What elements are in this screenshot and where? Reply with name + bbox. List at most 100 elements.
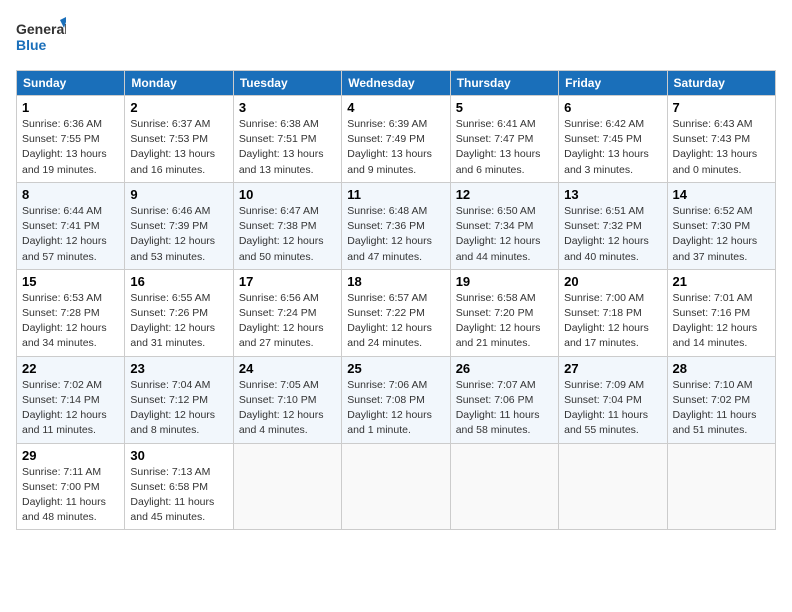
calendar-day-cell: 26 Sunrise: 7:07 AMSunset: 7:06 PMDaylig…: [450, 356, 558, 443]
svg-text:General: General: [16, 21, 66, 37]
calendar-week-row: 1 Sunrise: 6:36 AMSunset: 7:55 PMDayligh…: [17, 96, 776, 183]
calendar-day-cell: 17 Sunrise: 6:56 AMSunset: 7:24 PMDaylig…: [233, 269, 341, 356]
day-info: Sunrise: 6:51 AMSunset: 7:32 PMDaylight:…: [564, 205, 649, 263]
day-info: Sunrise: 7:06 AMSunset: 7:08 PMDaylight:…: [347, 379, 432, 437]
day-info: Sunrise: 6:53 AMSunset: 7:28 PMDaylight:…: [22, 292, 107, 350]
calendar-day-cell: 28 Sunrise: 7:10 AMSunset: 7:02 PMDaylig…: [667, 356, 775, 443]
day-info: Sunrise: 7:01 AMSunset: 7:16 PMDaylight:…: [673, 292, 758, 350]
day-info: Sunrise: 6:46 AMSunset: 7:39 PMDaylight:…: [130, 205, 215, 263]
day-info: Sunrise: 7:00 AMSunset: 7:18 PMDaylight:…: [564, 292, 649, 350]
day-info: Sunrise: 6:48 AMSunset: 7:36 PMDaylight:…: [347, 205, 432, 263]
calendar-day-cell: 3 Sunrise: 6:38 AMSunset: 7:51 PMDayligh…: [233, 96, 341, 183]
day-number: 28: [673, 361, 770, 376]
column-header-sunday: Sunday: [17, 71, 125, 96]
calendar-table: SundayMondayTuesdayWednesdayThursdayFrid…: [16, 70, 776, 530]
day-number: 9: [130, 187, 227, 202]
day-number: 17: [239, 274, 336, 289]
day-info: Sunrise: 6:41 AMSunset: 7:47 PMDaylight:…: [456, 118, 541, 176]
calendar-day-cell: 10 Sunrise: 6:47 AMSunset: 7:38 PMDaylig…: [233, 182, 341, 269]
day-number: 4: [347, 100, 444, 115]
day-info: Sunrise: 6:56 AMSunset: 7:24 PMDaylight:…: [239, 292, 324, 350]
calendar-day-cell: [667, 443, 775, 530]
day-number: 11: [347, 187, 444, 202]
day-number: 22: [22, 361, 119, 376]
calendar-day-cell: 16 Sunrise: 6:55 AMSunset: 7:26 PMDaylig…: [125, 269, 233, 356]
day-info: Sunrise: 6:44 AMSunset: 7:41 PMDaylight:…: [22, 205, 107, 263]
calendar-week-row: 8 Sunrise: 6:44 AMSunset: 7:41 PMDayligh…: [17, 182, 776, 269]
column-header-saturday: Saturday: [667, 71, 775, 96]
day-number: 7: [673, 100, 770, 115]
day-number: 1: [22, 100, 119, 115]
day-info: Sunrise: 7:02 AMSunset: 7:14 PMDaylight:…: [22, 379, 107, 437]
calendar-day-cell: 27 Sunrise: 7:09 AMSunset: 7:04 PMDaylig…: [559, 356, 667, 443]
day-number: 12: [456, 187, 553, 202]
calendar-day-cell: 11 Sunrise: 6:48 AMSunset: 7:36 PMDaylig…: [342, 182, 450, 269]
day-number: 21: [673, 274, 770, 289]
calendar-day-cell: 7 Sunrise: 6:43 AMSunset: 7:43 PMDayligh…: [667, 96, 775, 183]
calendar-header-row: SundayMondayTuesdayWednesdayThursdayFrid…: [17, 71, 776, 96]
day-number: 27: [564, 361, 661, 376]
day-number: 25: [347, 361, 444, 376]
day-info: Sunrise: 7:04 AMSunset: 7:12 PMDaylight:…: [130, 379, 215, 437]
calendar-day-cell: 14 Sunrise: 6:52 AMSunset: 7:30 PMDaylig…: [667, 182, 775, 269]
day-info: Sunrise: 6:55 AMSunset: 7:26 PMDaylight:…: [130, 292, 215, 350]
column-header-tuesday: Tuesday: [233, 71, 341, 96]
day-number: 3: [239, 100, 336, 115]
day-info: Sunrise: 6:47 AMSunset: 7:38 PMDaylight:…: [239, 205, 324, 263]
day-number: 5: [456, 100, 553, 115]
day-info: Sunrise: 7:10 AMSunset: 7:02 PMDaylight:…: [673, 379, 757, 437]
day-info: Sunrise: 6:37 AMSunset: 7:53 PMDaylight:…: [130, 118, 215, 176]
page-header: General Blue: [16, 16, 776, 60]
logo-svg: General Blue: [16, 16, 66, 60]
calendar-day-cell: [559, 443, 667, 530]
day-number: 30: [130, 448, 227, 463]
calendar-day-cell: 2 Sunrise: 6:37 AMSunset: 7:53 PMDayligh…: [125, 96, 233, 183]
day-info: Sunrise: 7:09 AMSunset: 7:04 PMDaylight:…: [564, 379, 648, 437]
day-number: 14: [673, 187, 770, 202]
calendar-day-cell: 15 Sunrise: 6:53 AMSunset: 7:28 PMDaylig…: [17, 269, 125, 356]
column-header-thursday: Thursday: [450, 71, 558, 96]
calendar-day-cell: 5 Sunrise: 6:41 AMSunset: 7:47 PMDayligh…: [450, 96, 558, 183]
calendar-day-cell: 30 Sunrise: 7:13 AMSunset: 6:58 PMDaylig…: [125, 443, 233, 530]
calendar-week-row: 15 Sunrise: 6:53 AMSunset: 7:28 PMDaylig…: [17, 269, 776, 356]
calendar-day-cell: 6 Sunrise: 6:42 AMSunset: 7:45 PMDayligh…: [559, 96, 667, 183]
day-info: Sunrise: 6:52 AMSunset: 7:30 PMDaylight:…: [673, 205, 758, 263]
day-number: 29: [22, 448, 119, 463]
day-number: 10: [239, 187, 336, 202]
day-info: Sunrise: 6:36 AMSunset: 7:55 PMDaylight:…: [22, 118, 107, 176]
logo: General Blue: [16, 16, 66, 60]
day-number: 2: [130, 100, 227, 115]
column-header-wednesday: Wednesday: [342, 71, 450, 96]
column-header-monday: Monday: [125, 71, 233, 96]
day-number: 18: [347, 274, 444, 289]
day-number: 8: [22, 187, 119, 202]
day-number: 24: [239, 361, 336, 376]
calendar-day-cell: 23 Sunrise: 7:04 AMSunset: 7:12 PMDaylig…: [125, 356, 233, 443]
day-number: 19: [456, 274, 553, 289]
day-number: 13: [564, 187, 661, 202]
day-info: Sunrise: 6:57 AMSunset: 7:22 PMDaylight:…: [347, 292, 432, 350]
day-number: 15: [22, 274, 119, 289]
calendar-week-row: 29 Sunrise: 7:11 AMSunset: 7:00 PMDaylig…: [17, 443, 776, 530]
calendar-day-cell: 4 Sunrise: 6:39 AMSunset: 7:49 PMDayligh…: [342, 96, 450, 183]
calendar-day-cell: 29 Sunrise: 7:11 AMSunset: 7:00 PMDaylig…: [17, 443, 125, 530]
calendar-day-cell: 20 Sunrise: 7:00 AMSunset: 7:18 PMDaylig…: [559, 269, 667, 356]
calendar-day-cell: 25 Sunrise: 7:06 AMSunset: 7:08 PMDaylig…: [342, 356, 450, 443]
day-info: Sunrise: 7:11 AMSunset: 7:00 PMDaylight:…: [22, 466, 106, 524]
day-number: 23: [130, 361, 227, 376]
day-info: Sunrise: 6:50 AMSunset: 7:34 PMDaylight:…: [456, 205, 541, 263]
day-number: 6: [564, 100, 661, 115]
day-info: Sunrise: 6:42 AMSunset: 7:45 PMDaylight:…: [564, 118, 649, 176]
svg-text:Blue: Blue: [16, 37, 47, 53]
calendar-day-cell: 19 Sunrise: 6:58 AMSunset: 7:20 PMDaylig…: [450, 269, 558, 356]
calendar-day-cell: 22 Sunrise: 7:02 AMSunset: 7:14 PMDaylig…: [17, 356, 125, 443]
calendar-day-cell: [342, 443, 450, 530]
calendar-day-cell: [450, 443, 558, 530]
calendar-day-cell: 24 Sunrise: 7:05 AMSunset: 7:10 PMDaylig…: [233, 356, 341, 443]
calendar-day-cell: 12 Sunrise: 6:50 AMSunset: 7:34 PMDaylig…: [450, 182, 558, 269]
day-info: Sunrise: 7:07 AMSunset: 7:06 PMDaylight:…: [456, 379, 540, 437]
day-number: 16: [130, 274, 227, 289]
calendar-day-cell: 13 Sunrise: 6:51 AMSunset: 7:32 PMDaylig…: [559, 182, 667, 269]
column-header-friday: Friday: [559, 71, 667, 96]
day-info: Sunrise: 6:58 AMSunset: 7:20 PMDaylight:…: [456, 292, 541, 350]
